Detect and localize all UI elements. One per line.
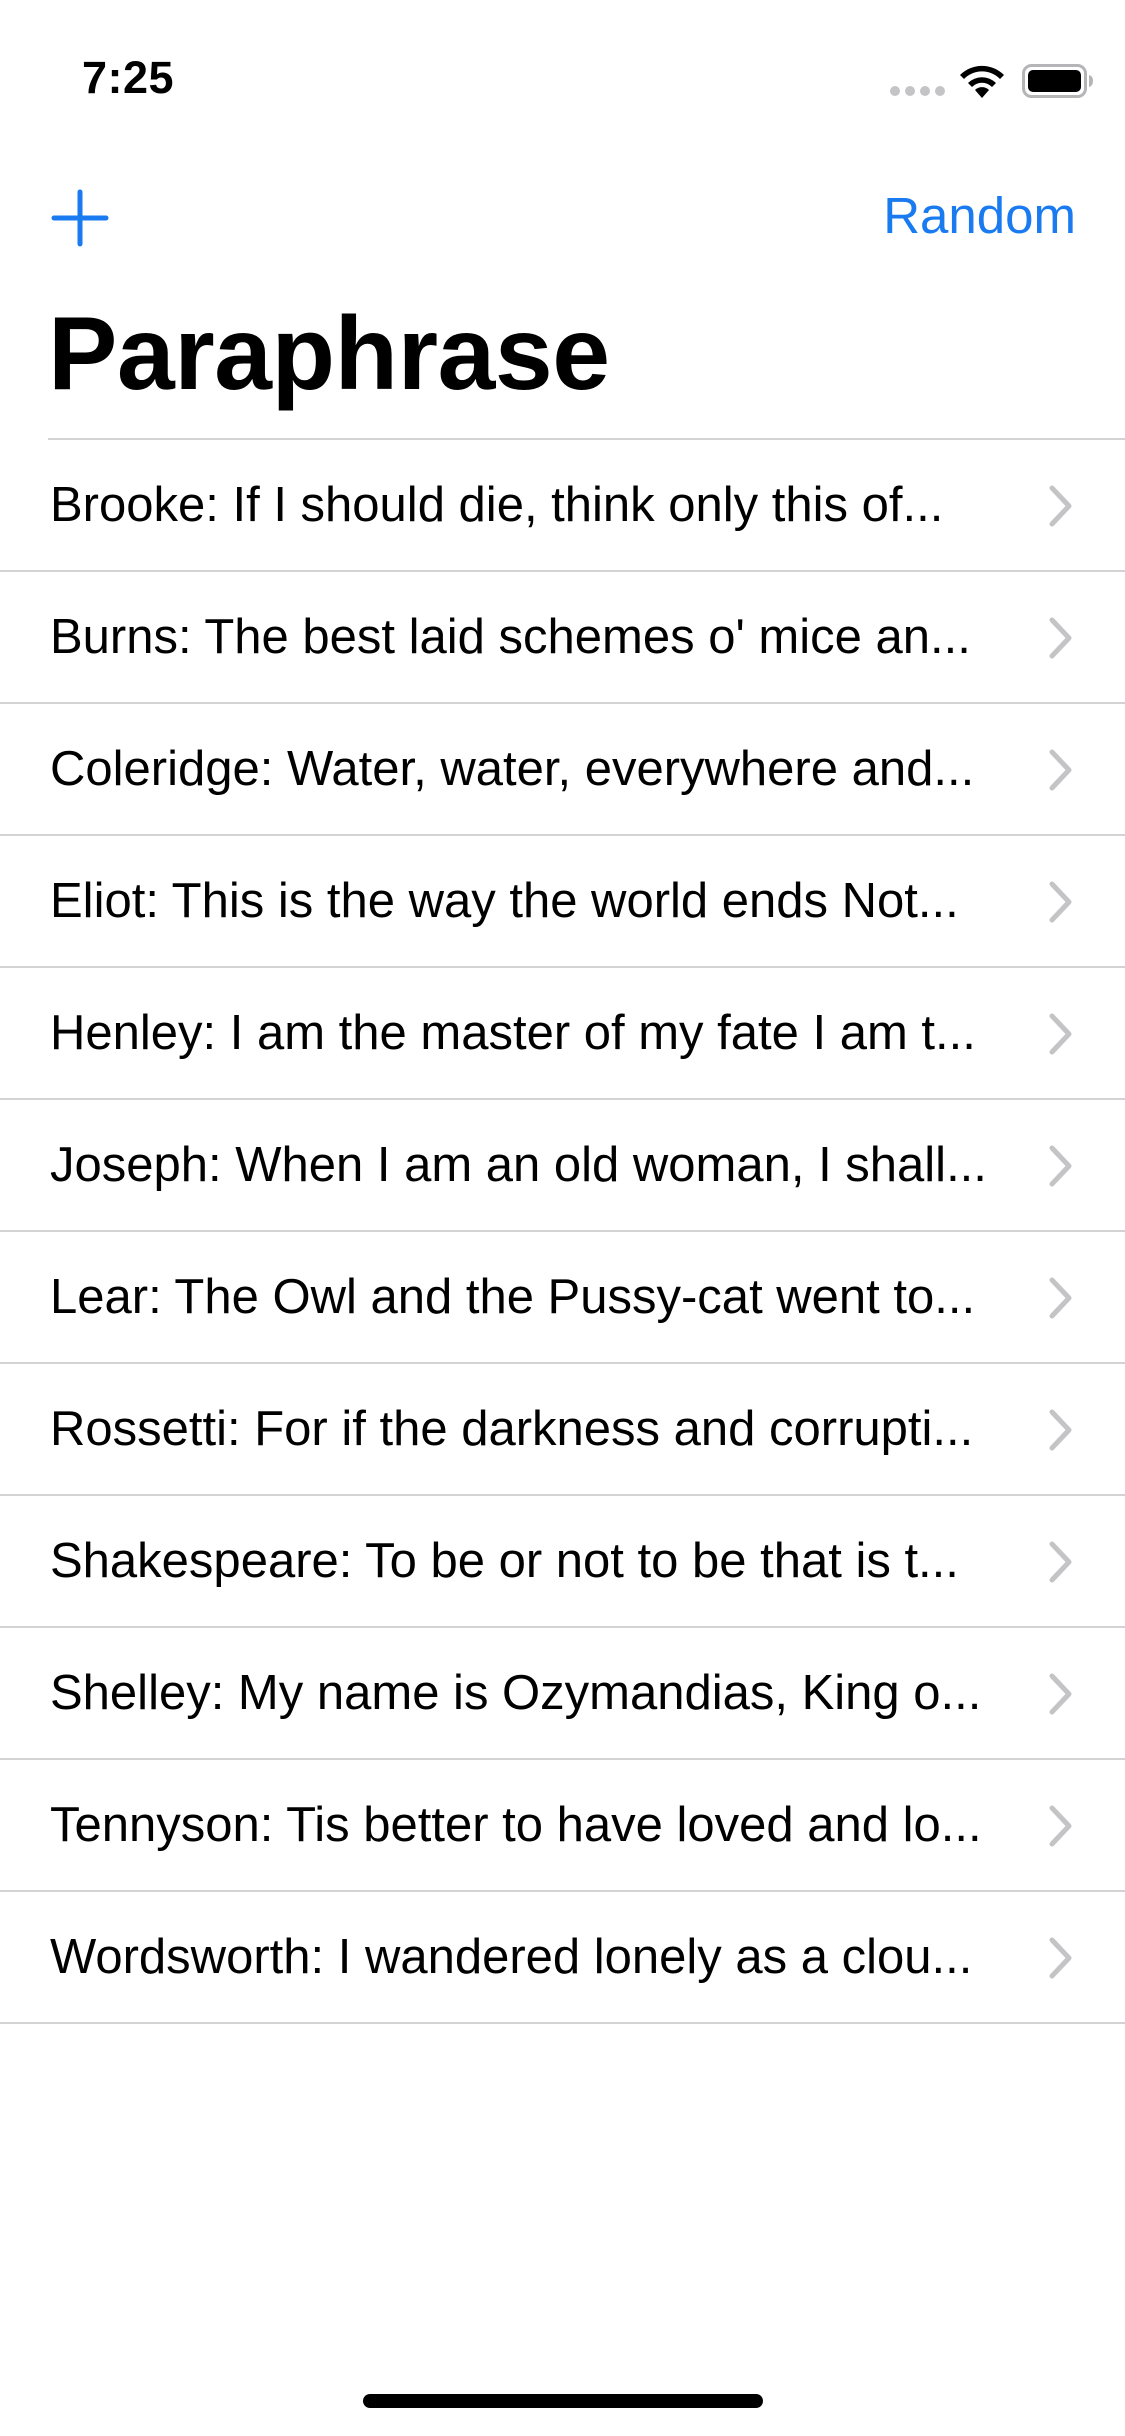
list-item-label: Brooke: If I should die, think only this… — [50, 478, 944, 532]
list-item[interactable]: Tennyson: Tis better to have loved and l… — [0, 1760, 1125, 1892]
list-item-label: Tennyson: Tis better to have loved and l… — [50, 1798, 982, 1852]
row-divider — [0, 2022, 1125, 2024]
list-item[interactable]: Henley: I am the master of my fate I am … — [0, 968, 1125, 1100]
plus-icon[interactable] — [48, 186, 112, 250]
list-item[interactable]: Joseph: When I am an old woman, I shall.… — [0, 1100, 1125, 1232]
list-item[interactable]: Lear: The Owl and the Pussy-cat went to.… — [0, 1232, 1125, 1364]
wifi-icon — [960, 65, 1004, 98]
chevron-right-icon — [1049, 749, 1072, 791]
chevron-right-icon — [1049, 1937, 1072, 1979]
signal-icon — [890, 86, 946, 98]
chevron-right-icon — [1049, 881, 1072, 923]
page-title: Paraphrase — [48, 296, 610, 412]
list-item-label: Lear: The Owl and the Pussy-cat went to.… — [50, 1270, 976, 1324]
chevron-right-icon — [1049, 1277, 1072, 1319]
list-item[interactable]: Burns: The best laid schemes o' mice an.… — [0, 572, 1125, 704]
list-item-label: Rossetti: For if the darkness and corrup… — [50, 1402, 974, 1456]
list-item[interactable]: Shakespeare: To be or not to be that is … — [0, 1496, 1125, 1628]
status-time: 7:25 — [82, 52, 175, 103]
random-button[interactable]: Random — [883, 186, 1076, 246]
chevron-right-icon — [1049, 485, 1072, 527]
chevron-right-icon — [1049, 1541, 1072, 1583]
app-screen: 7:25 Random Paraphrase Brooke: If I shou… — [0, 0, 1125, 2436]
list-item-label: Coleridge: Water, water, everywhere and.… — [50, 742, 975, 796]
battery-icon — [1022, 64, 1093, 98]
list-item-label: Burns: The best laid schemes o' mice an.… — [50, 610, 971, 664]
list-item[interactable]: Coleridge: Water, water, everywhere and.… — [0, 704, 1125, 836]
list-item-label: Shelley: My name is Ozymandias, King o..… — [50, 1666, 982, 1720]
chevron-right-icon — [1049, 1673, 1072, 1715]
list-item[interactable]: Brooke: If I should die, think only this… — [0, 440, 1125, 572]
poem-list: Brooke: If I should die, think only this… — [0, 438, 1125, 2024]
chevron-right-icon — [1049, 1409, 1072, 1451]
list-item[interactable]: Eliot: This is the way the world ends No… — [0, 836, 1125, 968]
status-bar: 7:25 — [0, 0, 1125, 132]
list-item[interactable]: Rossetti: For if the darkness and corrup… — [0, 1364, 1125, 1496]
list-item-label: Eliot: This is the way the world ends No… — [50, 874, 959, 928]
chevron-right-icon — [1049, 1805, 1072, 1847]
list-item-label: Joseph: When I am an old woman, I shall.… — [50, 1138, 987, 1192]
list-item-label: Henley: I am the master of my fate I am … — [50, 1006, 976, 1060]
list-item[interactable]: Wordsworth: I wandered lonely as a clou.… — [0, 1892, 1125, 2024]
list-item-label: Shakespeare: To be or not to be that is … — [50, 1534, 959, 1588]
home-indicator[interactable] — [363, 2394, 763, 2408]
chevron-right-icon — [1049, 1145, 1072, 1187]
chevron-right-icon — [1049, 1013, 1072, 1055]
list-item-label: Wordsworth: I wandered lonely as a clou.… — [50, 1930, 973, 1984]
list-item[interactable]: Shelley: My name is Ozymandias, King o..… — [0, 1628, 1125, 1760]
chevron-right-icon — [1049, 617, 1072, 659]
